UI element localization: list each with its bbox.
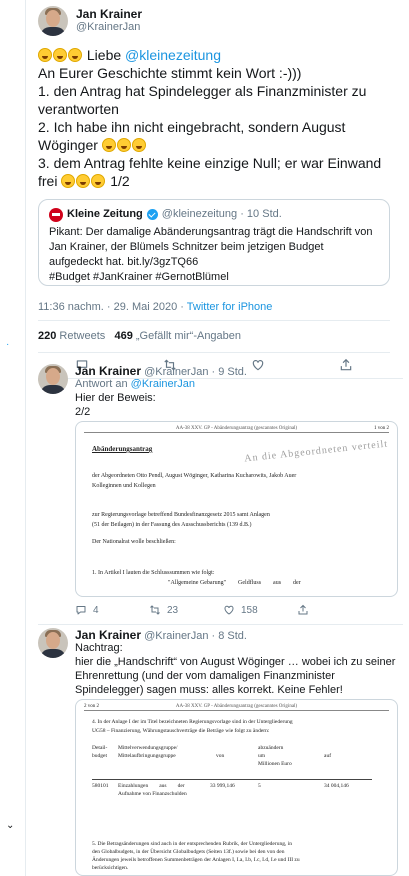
like-icon[interactable] [251,358,265,372]
laughing-emoji-icon [53,48,67,62]
laughing-emoji-icon [101,138,116,152]
reply-icon[interactable] [75,604,87,616]
retweet-icon[interactable] [149,604,161,616]
doc-header: AA-38 XXV. GP - Abänderungsantrag (gesca… [175,426,298,431]
attached-document-image[interactable]: 2 von 2 AA-38 XXV. GP - Abänderungsantra… [75,699,398,876]
doc-line: 4. In der Anlage I der im Titel bezeichn… [92,719,293,725]
greeting: Liebe [86,47,122,63]
thread-counter: 1/2 [110,173,130,189]
author-handle[interactable]: @KrainerJan [76,21,142,33]
reply-text: Hier der Beweis: [75,392,156,404]
source-link[interactable]: Twitter for iPhone [187,301,273,313]
tweet-stats: 220 Retweets 469 „Gefällt mir“-Angaben [38,330,241,342]
author-name[interactable]: Jan Krainer [76,7,142,21]
reply-count: 4 [93,604,99,616]
share-icon[interactable] [339,358,353,372]
quote-text: Pikant: Der damalige Abänderungsantrag t… [49,225,379,285]
doc-line: 1. In Artikel I lauten die Schlusssummen… [92,570,215,576]
left-nav-indicator[interactable]: · [6,339,9,350]
doc-header: AA-38 XXV. GP - Abänderungsantrag (gesca… [175,704,298,709]
doc-line: (51 der Beilagen) in der Fassung des Aus… [92,522,252,528]
reply-text: hier die „Handschrift“ von August Wöging… [75,656,396,696]
like-count: 158 [241,604,258,616]
author-name[interactable]: Jan Krainer [75,628,141,642]
verified-badge-icon [146,209,158,220]
doc-line: Änderungen jeweils betroffenen Summenbet… [92,857,300,863]
author-name[interactable]: Jan Krainer [75,364,141,378]
tweet-timestamp: 11:36 nachm. · 29. Mai 2020 · Twitter fo… [38,301,273,313]
chevron-down-icon[interactable]: ⌄ [6,820,14,831]
reply-text: 2/2 [75,406,91,418]
reply-to-label: Antwort an [75,378,128,390]
doc-table-row: 580101 Einzahlungen aus der Aufnahme von … [92,783,349,797]
divider [38,320,390,321]
doc-line: "Allgemeine Gebarung" Geldfluss aus der [168,580,301,586]
avatar[interactable] [38,364,68,394]
laughing-emoji-icon [131,138,146,152]
likes-count[interactable]: 469 [114,330,132,342]
like-icon[interactable] [223,604,235,616]
retweets-label[interactable]: Retweets [59,330,105,342]
tweet-line: 3. dem Antrag fehlte keine einzige Null;… [38,155,382,189]
quote-link[interactable]: bit.ly/3gzTQ66 [127,256,198,268]
doc-line: den Globalbudgets, in der Übersicht Glob… [92,849,285,855]
doc-line: der Abgeordneten Otto Pendl, August Wögi… [92,473,297,479]
reply-actions: 4 23 158 [75,604,375,616]
quote-hashtags[interactable]: #Budget #JanKrainer #GernotBlümel [49,270,379,285]
reply-to-link[interactable]: @KrainerJan [131,378,195,390]
likes-label[interactable]: „Gefällt mir“-Angaben [136,330,241,342]
quote-author: Kleine Zeitung [67,208,143,220]
avatar[interactable] [38,628,68,658]
divider [38,352,390,353]
retweet-count: 23 [167,604,179,616]
share-icon[interactable] [297,604,309,616]
laughing-emoji-icon [91,174,106,188]
doc-stamp: An die Abgeordneten verteilt [243,438,389,465]
doc-line: UG58 – Finanzierung, Währungstauschvertr… [92,728,270,734]
tweet-line: An Eurer Geschichte stimmt kein Wort :-)… [38,65,302,81]
avatar[interactable] [38,6,68,36]
tweet-line: 1. den Antrag hat Spindelegger als Finan… [38,83,367,117]
mention-link[interactable]: @kleinezeitung [125,47,221,63]
doc-line: zur Regierungsvorlage betreffend Bundesf… [92,512,270,518]
doc-line: Der Nationalrat wolle beschließen: [92,539,176,545]
tweet-line: 2. Ich habe ihn nicht eingebracht, sonde… [38,119,346,153]
quoted-tweet[interactable]: Kleine Zeitung @kleinezeitung · 10 Std. … [38,199,390,286]
quote-handle: @kleinezeitung · 10 Std. [161,208,282,220]
doc-title: Abänderungsantrag [92,445,153,453]
attached-document-image[interactable]: AA-38 XXV. GP - Abänderungsantrag (gesca… [75,421,398,597]
tweet-text: Liebe @kleinezeitung An Eurer Geschichte… [38,46,388,190]
doc-line: Kolleginnen und Kollegen [92,483,156,489]
laughing-emoji-icon [76,174,91,188]
doc-page: 1 von 2 [374,426,389,431]
laughing-emoji-icon [38,48,52,62]
kleine-zeitung-logo-icon [49,207,63,222]
retweets-count[interactable]: 220 [38,330,56,342]
reply-text: Nachtrag: [75,642,123,654]
laughing-emoji-icon [61,174,76,188]
laughing-emoji-icon [116,138,131,152]
laughing-emoji-icon [68,48,82,62]
doc-line: berücksichtigen. [92,865,129,871]
doc-line: 5. Die Betragsänderungen sind auch in de… [92,841,292,847]
divider [38,624,403,625]
